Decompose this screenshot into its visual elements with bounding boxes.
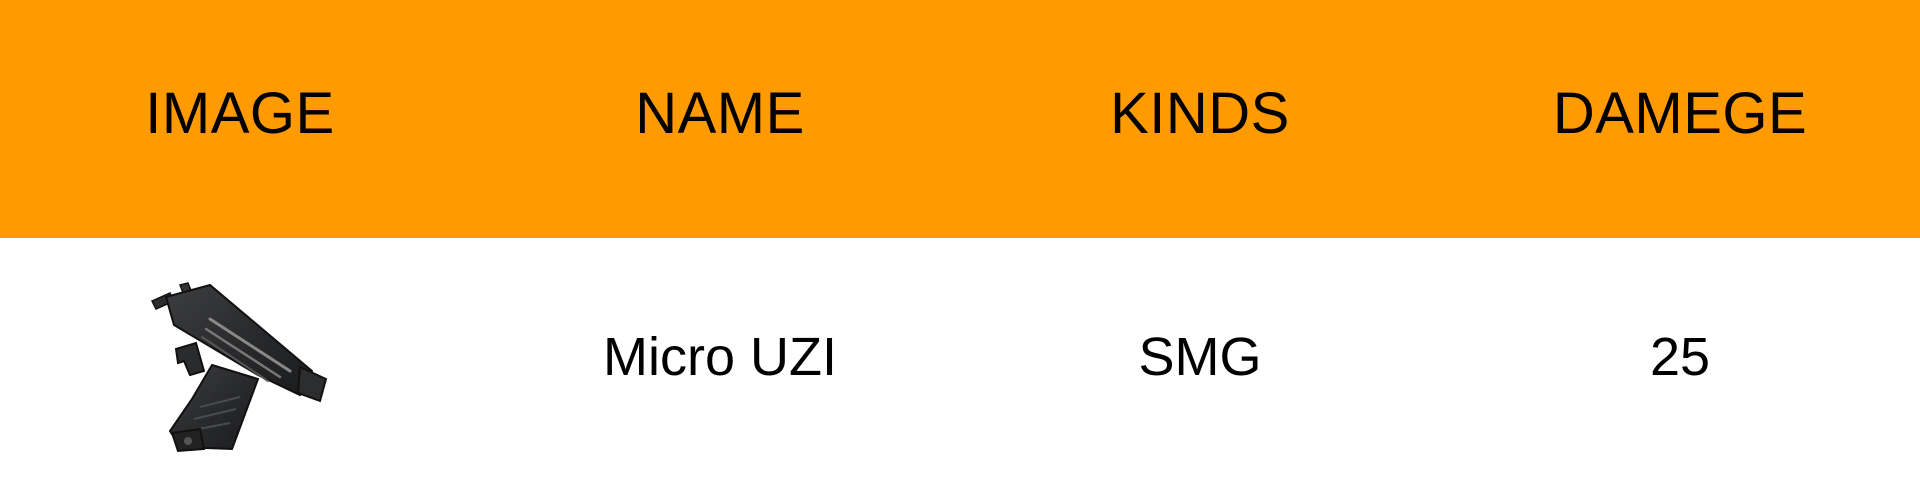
header-image: IMAGE <box>145 80 335 146</box>
header-name: NAME <box>635 80 805 146</box>
table-row: Micro UZI SMG 25 <box>0 238 1920 479</box>
weapon-name: Micro UZI <box>603 327 837 387</box>
weapon-image-cell <box>0 238 480 479</box>
table-header-row: IMAGE NAME KINDS DAMEGE <box>0 0 1920 238</box>
header-damage: DAMEGE <box>1552 80 1808 146</box>
weapon-kind: SMG <box>1138 327 1262 387</box>
weapons-table: IMAGE NAME KINDS DAMEGE Micro UZI SMG 25 <box>0 0 1920 479</box>
header-kinds: KINDS <box>1110 80 1290 146</box>
uzi-gun-icon <box>150 281 328 452</box>
weapon-damage: 25 <box>1649 327 1711 387</box>
